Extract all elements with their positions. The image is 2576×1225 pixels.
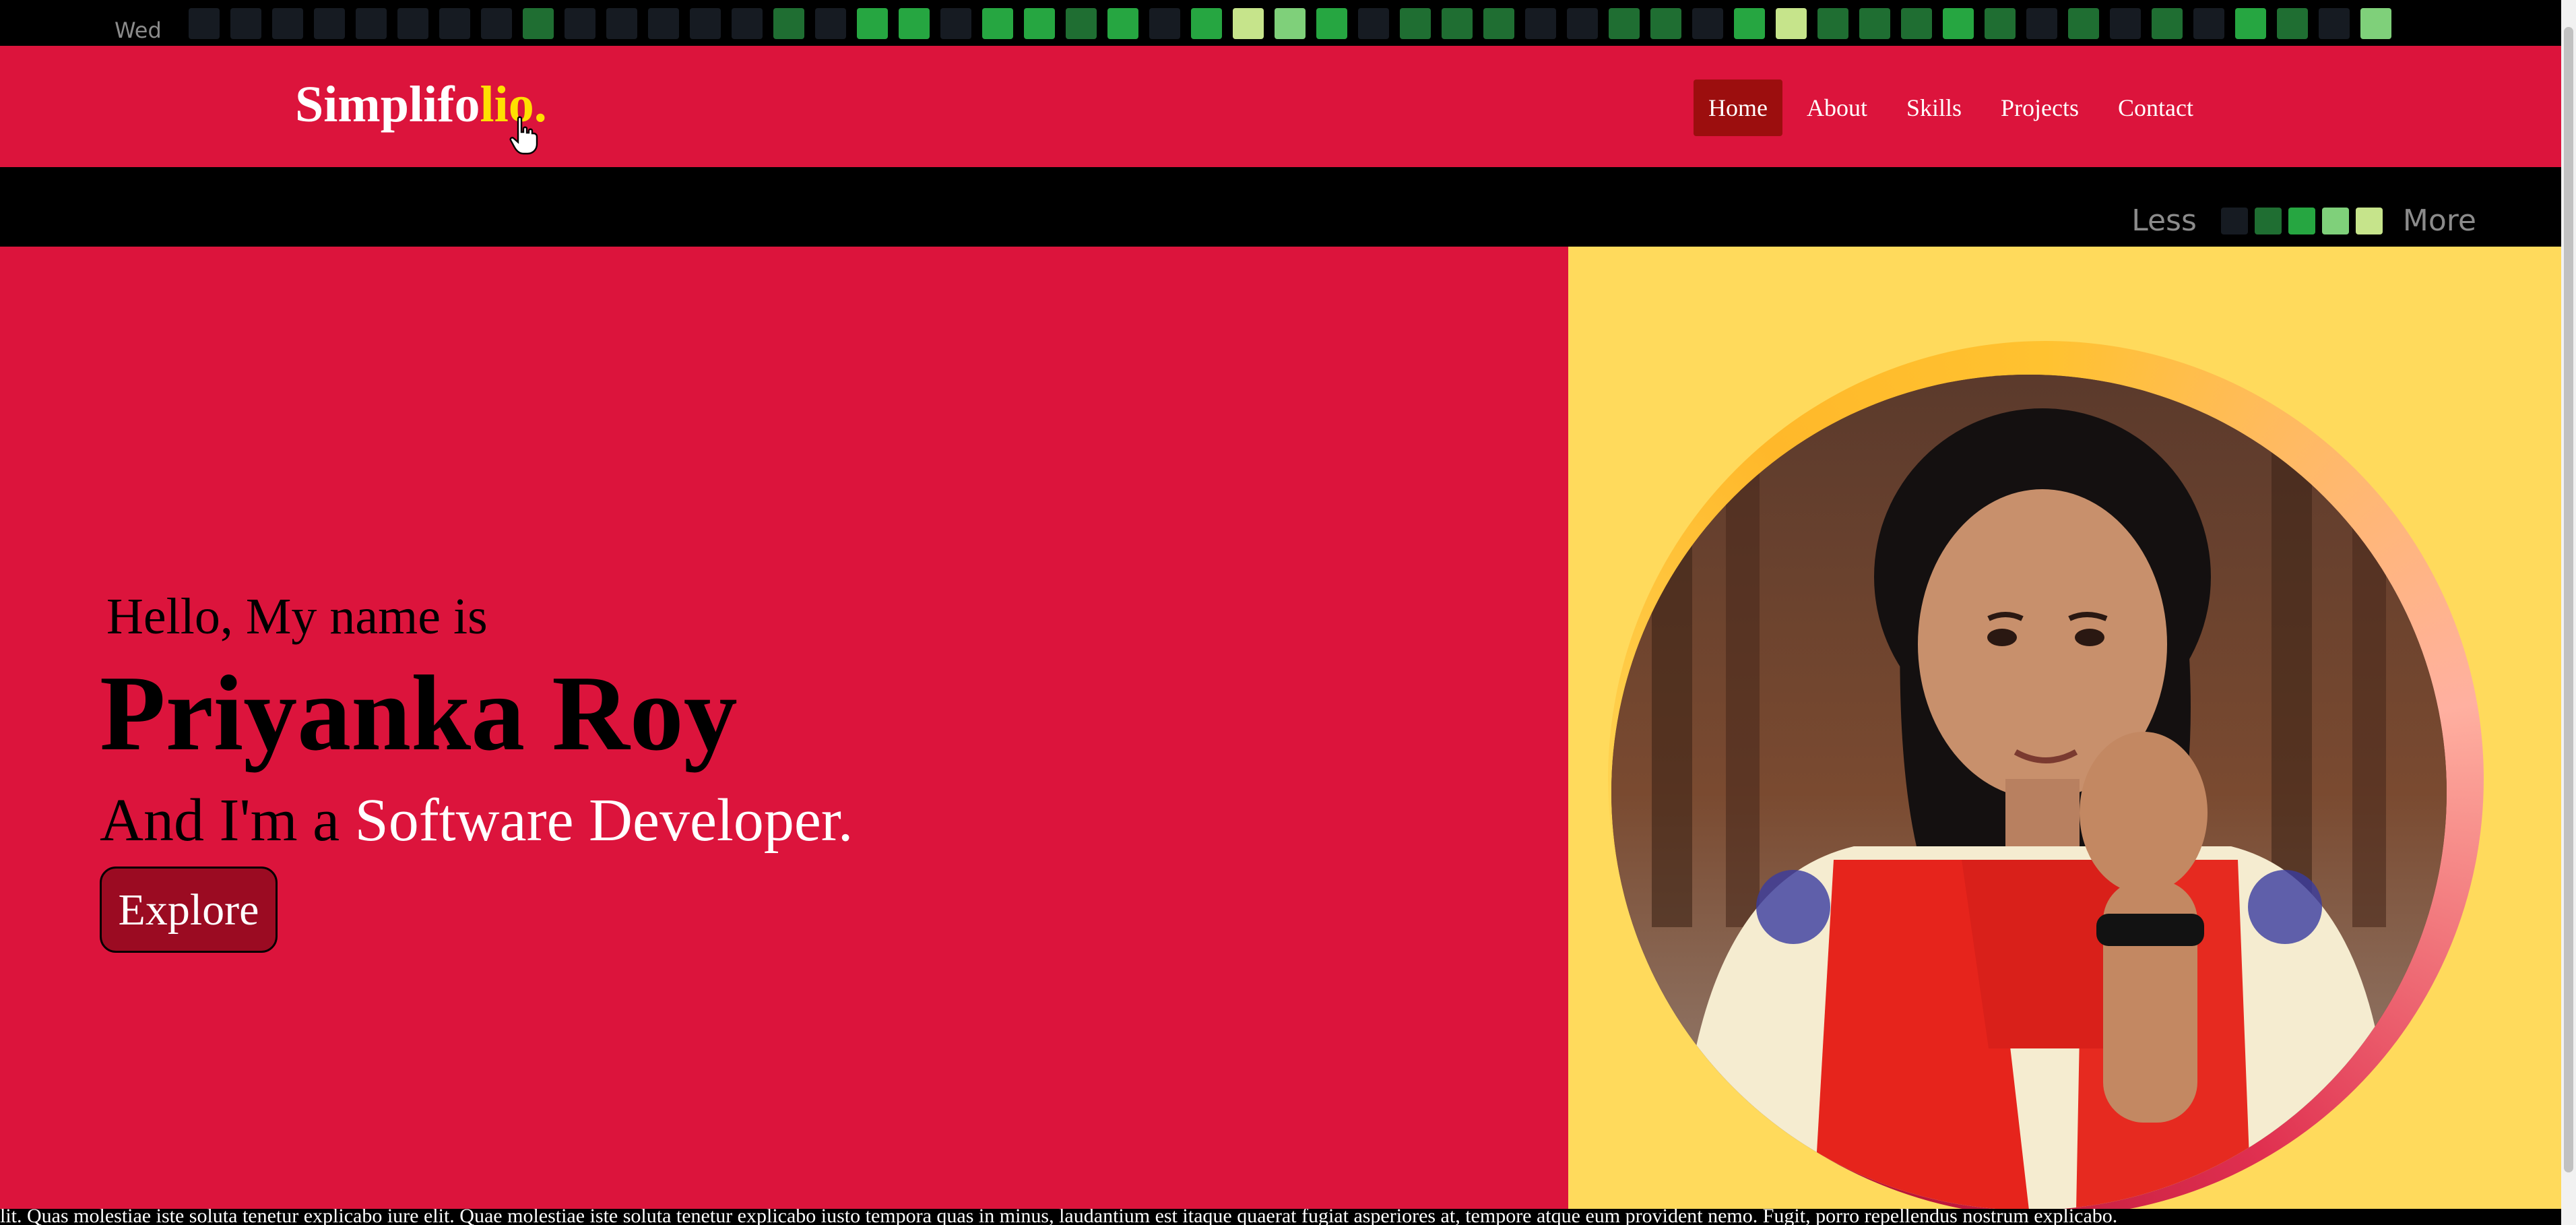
legend-cell <box>2220 207 2248 234</box>
hero-role: And I'm a Software Developer. <box>100 786 853 855</box>
contribution-cell <box>1943 8 1974 39</box>
contribution-cell <box>2235 8 2266 39</box>
contribution-cell <box>1275 8 1306 39</box>
contribution-cell <box>230 8 261 39</box>
contribution-cell <box>272 8 303 39</box>
nav-menu: Home About Skills Projects Contact <box>1694 80 2218 136</box>
contribution-cell <box>397 8 428 39</box>
contribution-cell <box>1692 8 1723 39</box>
brand-main-text: Simplifo <box>295 76 480 133</box>
contribution-cell <box>1901 8 1932 39</box>
contribution-cell <box>1400 8 1431 39</box>
hand-pointer-cursor-icon <box>509 116 538 155</box>
contribution-cell <box>1191 8 1222 39</box>
contribution-cell <box>1358 8 1389 39</box>
contribution-cell <box>1734 8 1765 39</box>
scrollbar-thumb[interactable] <box>2564 27 2573 1172</box>
contribution-cell <box>2360 8 2391 39</box>
legend-cell <box>2254 207 2282 234</box>
contribution-cell <box>1149 8 1180 39</box>
contribution-cell <box>1985 8 2016 39</box>
contribution-cell <box>2319 8 2350 39</box>
navbar: Simplifolio. Home About Skills Projects Cont… <box>0 46 2561 167</box>
hero-greeting: Hello, My name is <box>106 588 488 645</box>
contribution-cell <box>1609 8 1640 39</box>
legend-more-label: More <box>2402 203 2476 238</box>
hero-role-prefix: And I'm a <box>100 787 355 854</box>
vertical-scrollbar[interactable] <box>2561 0 2576 1225</box>
contribution-cell <box>189 8 220 39</box>
contribution-cell <box>2026 8 2057 39</box>
contribution-cell <box>481 8 512 39</box>
contribution-cell <box>815 8 846 39</box>
contribution-cell <box>1233 8 1264 39</box>
contribution-legend: Less More <box>2131 203 2476 238</box>
contribution-cell <box>1525 8 1556 39</box>
contribution-cell <box>356 8 387 39</box>
contribution-cell <box>439 8 470 39</box>
footer-lorem-text: lit. Quas molestiae iste soluta tenetur … <box>0 1209 2118 1225</box>
contribution-cell <box>2152 8 2183 39</box>
contribution-cell <box>2193 8 2224 39</box>
contribution-cell <box>857 8 888 39</box>
contribution-cell <box>1567 8 1598 39</box>
contribution-cell <box>2068 8 2099 39</box>
contribution-cell <box>1776 8 1807 39</box>
contribution-cell <box>690 8 721 39</box>
legend-less-label: Less <box>2131 203 2197 238</box>
hero-name: Priyanka Roy <box>100 653 738 773</box>
nav-item-about[interactable]: About <box>1792 80 1882 136</box>
contribution-cell <box>1859 8 1890 39</box>
contribution-cell <box>314 8 345 39</box>
contribution-cell <box>773 8 804 39</box>
contribution-cell <box>523 8 554 39</box>
contribution-cell <box>1107 8 1138 39</box>
contribution-graph-strip: Wed <box>0 0 2561 46</box>
legend-cell <box>2321 207 2349 234</box>
profile-photo-illustration <box>1611 375 2447 1209</box>
portfolio-page: Wed Simplifolio. Home About Skills Projects… <box>0 0 2576 1225</box>
legend-cell <box>2355 207 2383 234</box>
explore-button[interactable]: Explore <box>100 867 278 953</box>
hero-role-highlight: Software Developer. <box>354 787 854 854</box>
contribution-cell <box>1442 8 1473 39</box>
contribution-cell <box>940 8 971 39</box>
contribution-cell <box>1817 8 1848 39</box>
nav-item-skills[interactable]: Skills <box>1892 80 1976 136</box>
legend-cells <box>2214 207 2383 234</box>
nav-item-contact[interactable]: Contact <box>2103 80 2208 136</box>
nav-item-home[interactable]: Home <box>1694 80 1782 136</box>
contribution-cell <box>1316 8 1347 39</box>
contribution-cell <box>1024 8 1055 39</box>
contribution-cell <box>1483 8 1514 39</box>
contribution-cell <box>732 8 763 39</box>
contribution-cell <box>1650 8 1681 39</box>
contribution-cell <box>606 8 637 39</box>
hero-intro-panel: Hello, My name is Priyanka Roy And I'm a… <box>0 247 1568 1209</box>
contribution-cell <box>648 8 679 39</box>
contribution-cell <box>1066 8 1097 39</box>
contribution-legend-band: Less More <box>0 167 2561 247</box>
contribution-cell <box>2277 8 2308 39</box>
footer-text-strip: lit. Quas molestiae iste soluta tenetur … <box>0 1209 2561 1225</box>
contribution-cell <box>2110 8 2141 39</box>
day-label: Wed <box>115 18 162 43</box>
contribution-cell <box>982 8 1013 39</box>
contribution-cell <box>565 8 595 39</box>
profile-photo <box>1611 375 2447 1209</box>
hero-photo-panel <box>1568 247 2561 1209</box>
contribution-cell <box>899 8 930 39</box>
legend-cell <box>2288 207 2315 234</box>
nav-item-projects[interactable]: Projects <box>1986 80 2094 136</box>
